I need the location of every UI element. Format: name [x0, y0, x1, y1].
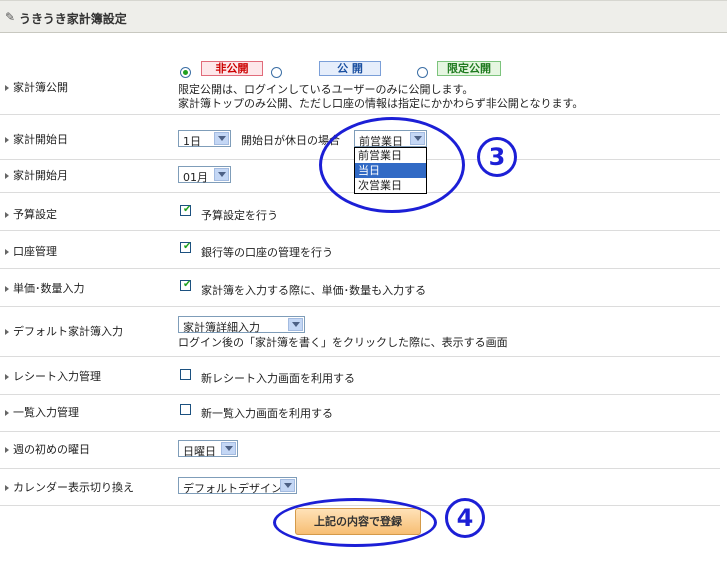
pencil-icon: ✎	[5, 10, 16, 24]
arrow-icon	[5, 447, 9, 453]
row-label: 家計簿公開	[5, 79, 68, 95]
list-input-checkbox[interactable]	[180, 404, 191, 415]
row-label: 家計開始月	[5, 167, 68, 183]
arrow-icon	[5, 286, 9, 292]
annotation-marker-3: 3	[477, 137, 517, 177]
badge-public: 公 開	[319, 61, 381, 76]
budget-checkbox-label: 予算設定を行う	[201, 209, 278, 222]
receipt-checkbox-label: 新レシート入力画面を利用する	[201, 372, 355, 385]
select-value: 01月	[183, 171, 208, 184]
account-checkbox[interactable]: ✔	[180, 241, 192, 253]
badge-limited: 限定公開	[437, 61, 501, 76]
row-default-input: デフォルト家計簿入力 家計簿詳細入力 ログイン後の「家計簿を書く」をクリックした…	[0, 306, 720, 357]
week-start-select[interactable]: 日曜日	[178, 440, 238, 458]
checkmark-icon: ✔	[183, 279, 192, 290]
annotation-ellipse-4	[273, 498, 437, 547]
chevron-down-icon	[214, 132, 229, 145]
select-value: 日曜日	[183, 445, 216, 458]
row-week-start: 週の初めの曜日 日曜日	[0, 431, 720, 469]
chevron-down-icon	[221, 442, 236, 455]
row-label: カレンダー表示切り換え	[5, 479, 134, 495]
checkmark-icon: ✔	[183, 204, 192, 215]
badge-private: 非公開	[201, 61, 263, 76]
annotation-ellipse-3	[319, 117, 465, 213]
page-title: うきうき家計簿設定	[19, 12, 127, 26]
budget-checkbox[interactable]: ✔	[180, 204, 192, 216]
list-input-checkbox-label: 新一覧入力画面を利用する	[201, 407, 333, 420]
settings-header: ✎ うきうき家計簿設定	[0, 0, 727, 33]
row-label: 家計開始日	[5, 131, 68, 147]
arrow-icon	[5, 410, 9, 416]
radio-private[interactable]	[180, 67, 191, 78]
radio-limited[interactable]	[417, 67, 428, 78]
row-label: デフォルト家計簿入力	[5, 323, 123, 339]
account-checkbox-label: 銀行等の口座の管理を行う	[201, 246, 333, 259]
publish-note-2: 家計簿トップのみ公開、ただし口座の情報は指定にかかわらず非公開となります。	[178, 97, 584, 110]
chevron-down-icon	[214, 168, 229, 181]
arrow-icon	[5, 249, 9, 255]
radio-public[interactable]	[271, 67, 282, 78]
row-label: 一覧入力管理	[5, 404, 79, 420]
select-value: デフォルトデザイン	[183, 482, 282, 495]
row-account: 口座管理 ✔ 銀行等の口座の管理を行う	[0, 230, 720, 269]
unit-price-checkbox-label: 家計簿を入力する際に、単価･数量も入力する	[201, 284, 427, 297]
row-unit-price: 単価･数量入力 ✔ 家計簿を入力する際に、単価･数量も入力する	[0, 268, 720, 307]
row-list-input: 一覧入力管理 新一覧入力画面を利用する	[0, 394, 720, 432]
row-receipt: レシート入力管理 新レシート入力画面を利用する	[0, 356, 720, 395]
start-month-select[interactable]: 01月	[178, 166, 231, 184]
select-value: 1日	[183, 135, 201, 148]
annotation-marker-4: 4	[445, 498, 485, 538]
arrow-icon	[5, 137, 9, 143]
arrow-icon	[5, 173, 9, 179]
checkmark-icon: ✔	[183, 241, 192, 252]
start-day-select[interactable]: 1日	[178, 130, 231, 148]
arrow-icon	[5, 485, 9, 491]
chevron-down-icon	[280, 479, 295, 492]
row-label: 口座管理	[5, 243, 57, 259]
row-label: レシート入力管理	[5, 368, 101, 384]
arrow-icon	[5, 329, 9, 335]
default-input-select[interactable]: 家計簿詳細入力	[178, 316, 305, 334]
row-label: 予算設定	[5, 206, 57, 222]
arrow-icon	[5, 212, 9, 218]
row-label: 週の初めの曜日	[5, 441, 90, 457]
row-publish: 家計簿公開 非公開 公 開 限定公開 限定公開は、ログインしているユーザーのみに…	[0, 33, 720, 115]
default-input-note: ログイン後の「家計簿を書く」をクリックした際に、表示する画面	[178, 336, 508, 349]
select-value: 家計簿詳細入力	[183, 321, 260, 334]
arrow-icon	[5, 85, 9, 91]
row-label: 単価･数量入力	[5, 280, 85, 296]
chevron-down-icon	[288, 318, 303, 331]
arrow-icon	[5, 374, 9, 380]
unit-price-checkbox[interactable]: ✔	[180, 279, 192, 291]
receipt-checkbox[interactable]	[180, 369, 191, 380]
calendar-select[interactable]: デフォルトデザイン	[178, 477, 297, 495]
